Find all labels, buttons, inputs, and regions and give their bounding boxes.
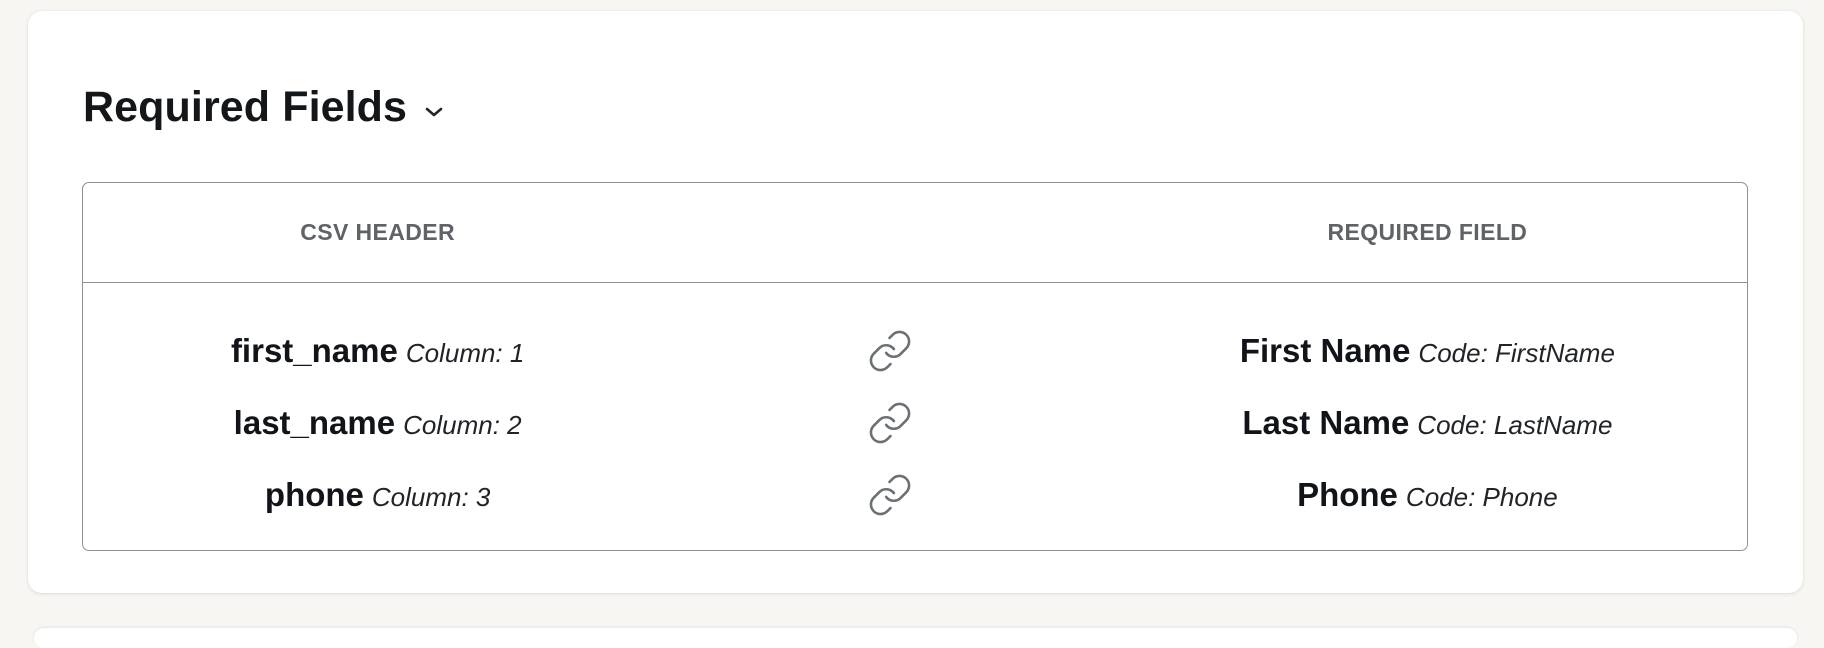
table-body: first_name Column: 1 First Name Code: Firs… <box>83 283 1747 531</box>
required-field-code: Code: FirstName <box>1418 338 1615 368</box>
chevron-down-icon[interactable] <box>423 101 445 123</box>
link-icon[interactable] <box>867 328 913 374</box>
mapping-link-cell <box>672 472 1107 518</box>
required-field-name: Phone <box>1297 476 1398 513</box>
required-fields-card: Required Fields CSV HEADER REQUIRED FIEL… <box>28 11 1803 593</box>
table-header: CSV HEADER REQUIRED FIELD <box>83 183 1747 283</box>
csv-header-column-title: CSV HEADER <box>300 219 456 245</box>
csv-header-cell: last_name Column: 2 <box>83 404 672 442</box>
table-row: last_name Column: 2 Last Name Code: LastNa… <box>83 387 1747 459</box>
table-row: first_name Column: 1 First Name Code: Firs… <box>83 315 1747 387</box>
csv-header-name: first_name <box>230 332 398 369</box>
csv-header-name: phone <box>264 476 364 513</box>
csv-header-cell: first_name Column: 1 <box>83 332 672 370</box>
link-icon[interactable] <box>867 400 913 446</box>
csv-column-number: Column: 3 <box>371 482 491 512</box>
required-fields-toggle[interactable]: Required Fields <box>83 83 445 132</box>
next-card-edge <box>34 628 1797 648</box>
required-field-name: First Name <box>1239 332 1411 369</box>
required-field-cell: Phone Code: Phone <box>1108 476 1747 514</box>
csv-column-number: Column: 2 <box>403 410 522 440</box>
csv-header-cell: phone Column: 3 <box>83 476 672 514</box>
required-field-cell: Last Name Code: LastName <box>1108 404 1747 442</box>
required-field-code: Code: LastName <box>1417 410 1613 440</box>
required-field-cell: First Name Code: FirstName <box>1108 332 1747 370</box>
csv-column-number: Column: 1 <box>405 338 525 368</box>
section-title: Required Fields <box>83 83 408 131</box>
required-field-name: Last Name <box>1242 404 1410 441</box>
mapping-link-cell <box>672 328 1107 374</box>
field-mapping-table: CSV HEADER REQUIRED FIELD first_name Colu… <box>82 182 1748 551</box>
mapping-link-cell <box>672 400 1107 446</box>
link-icon[interactable] <box>867 472 913 518</box>
table-row: phone Column: 3 Phone Code: Phone <box>83 459 1747 531</box>
csv-header-name: last_name <box>233 404 396 441</box>
required-field-column-title: REQUIRED FIELD <box>1327 219 1528 245</box>
required-field-code: Code: Phone <box>1405 482 1558 512</box>
